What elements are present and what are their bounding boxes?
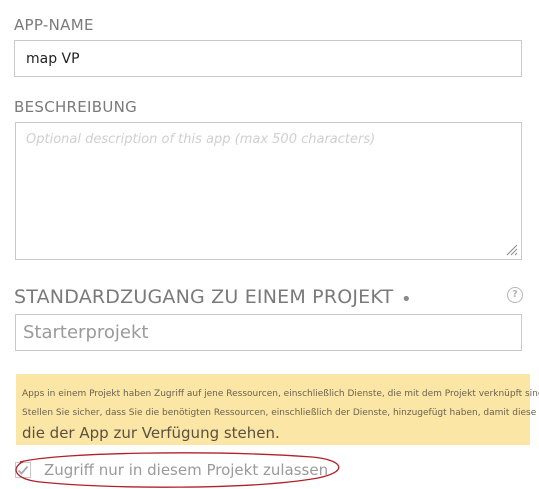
app-name-label: APP-NAME (14, 16, 94, 34)
project-input[interactable] (15, 314, 522, 351)
warning-line-3: die der App zur Verfügung stehen. (22, 424, 280, 442)
restrict-access-checkbox[interactable] (15, 462, 31, 478)
resize-grip-icon[interactable] (505, 243, 518, 256)
warning-line-2: Stellen Sie sicher, dass Sie die benötig… (22, 408, 537, 418)
app-name-input[interactable] (14, 40, 522, 77)
description-textarea[interactable] (15, 122, 522, 260)
description-label: BESCHREIBUNG (14, 98, 138, 116)
warning-box: Apps in einem Projekt haben Zugriff auf … (16, 374, 539, 445)
warning-line-1: Apps in einem Projekt haben Zugriff auf … (22, 389, 539, 399)
restrict-access-label[interactable]: Zugriff nur in diesem Projekt zulassen (44, 461, 328, 479)
project-label: STANDARDZUGANG ZU EINEM PROJEKT (14, 286, 394, 308)
help-icon[interactable]: ? (507, 287, 523, 303)
required-marker: • (401, 289, 412, 310)
